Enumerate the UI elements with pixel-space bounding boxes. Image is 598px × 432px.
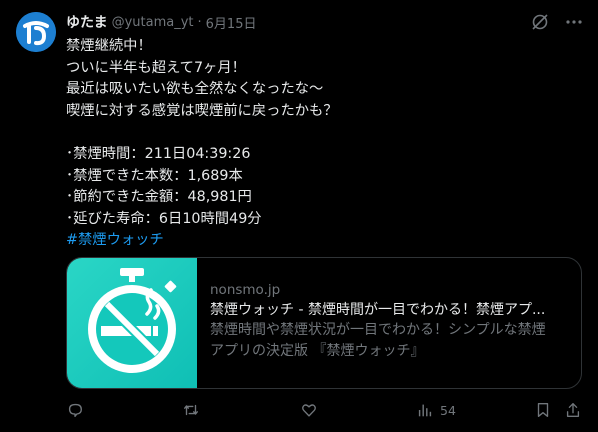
tweet-header: ゆたま @yutama_yt · 6月15日 [66, 12, 256, 32]
tweet-text: 禁煙継続中！ ついに半年も超えて7ヶ月！ 最近は吸いたい欲も全然なくなったな〜 … [66, 36, 586, 252]
tweet-line: ･禁煙できた本数：1,689本 [66, 167, 243, 184]
tweet-line: 最近は吸いたい欲も全然なくなったな〜 [66, 81, 324, 98]
grok-icon[interactable] [530, 12, 550, 32]
display-name[interactable]: ゆたま [66, 12, 108, 32]
more-options-icon[interactable] [564, 12, 584, 32]
card-thumbnail [67, 258, 197, 388]
bookmark-button[interactable] [534, 400, 552, 420]
retweet-button[interactable] [182, 400, 200, 420]
share-button[interactable] [564, 400, 582, 420]
tweet-line: ･節約できた金額：48,981円 [66, 189, 252, 206]
tweet-line: 禁煙継続中！ [66, 38, 152, 54]
avatar[interactable] [16, 12, 56, 52]
card-description-line: 禁煙時間や禁煙状況が一目でわかる！シンプルな禁煙 [210, 322, 546, 338]
tweet-line: 喫煙に対する感覚は喫煙前に戻ったかも？ [66, 102, 338, 119]
card-description-line: アプリの決定版 『禁煙ウォッチ』 [210, 343, 425, 359]
no-smoking-watch-icon [88, 268, 177, 373]
reply-icon [68, 403, 82, 417]
card-text: nonsmo.jp 禁煙ウォッチ - 禁煙時間が一目でわかる！禁煙アプ... 禁… [210, 280, 572, 362]
views-button[interactable]: 54 [416, 400, 456, 420]
avatar-logo-icon [16, 12, 56, 52]
tweet-line: ついに半年も超えて7ヶ月！ [66, 59, 246, 76]
separator-dot: · [197, 14, 202, 30]
card-domain: nonsmo.jp [210, 282, 281, 298]
views-count: 54 [440, 402, 456, 418]
retweet-icon [184, 404, 198, 416]
heart-icon [302, 404, 316, 417]
tweet-line [66, 122, 586, 144]
link-card[interactable]: nonsmo.jp 禁煙ウォッチ - 禁煙時間が一目でわかる！禁煙アプ... 禁… [66, 257, 582, 389]
user-handle[interactable]: @yutama_yt [112, 15, 194, 30]
tweet: ゆたま @yutama_yt · 6月15日 禁煙継続中！ ついに半年も超えて7… [0, 0, 598, 432]
action-bar: 54 [66, 400, 586, 420]
reply-button[interactable] [66, 400, 84, 420]
top-right-icons [530, 12, 584, 32]
hashtag-link[interactable]: #禁煙ウォッチ [66, 230, 586, 252]
tweet-line: ･延びた寿命：6日10時間49分 [66, 210, 262, 227]
tweet-line: ･禁煙時間：211日04:39:26 [66, 145, 251, 162]
tweet-date[interactable]: 6月15日 [206, 13, 257, 32]
bookmark-icon [537, 403, 549, 417]
card-title: 禁煙ウォッチ - 禁煙時間が一目でわかる！禁煙アプ... [210, 302, 546, 318]
share-icon [566, 403, 580, 417]
like-button[interactable] [300, 400, 318, 420]
views-chart-icon [418, 404, 432, 417]
